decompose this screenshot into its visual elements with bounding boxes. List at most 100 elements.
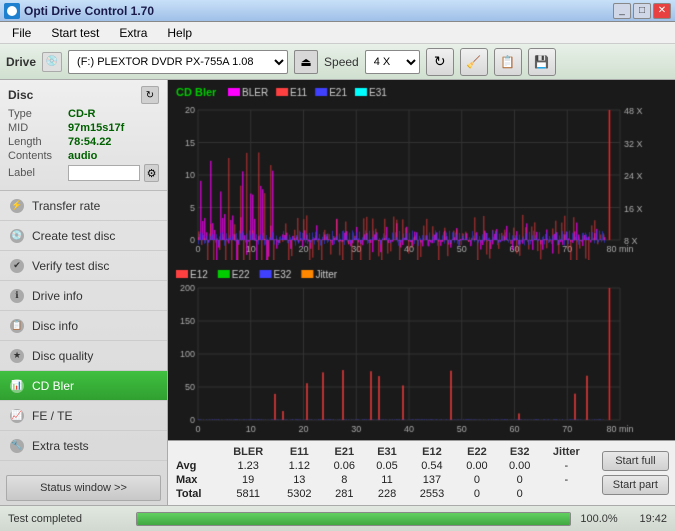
action-buttons: Start full Start part: [596, 441, 675, 505]
sidebar-item-disc-quality[interactable]: ★ Disc quality: [0, 341, 167, 371]
chart1-canvas: [168, 80, 675, 260]
chart2-wrapper: [168, 260, 675, 440]
table-header-row: BLER E11 E21 E31 E12 E22 E32 Jitter: [172, 445, 592, 459]
charts-container: [168, 80, 675, 440]
sidebar-item-transfer-rate[interactable]: ⚡ Transfer rate: [0, 191, 167, 221]
refresh-button[interactable]: ↻: [426, 48, 454, 76]
col-header-e12: E12: [408, 445, 455, 459]
disc-type-value: CD-R: [68, 108, 96, 120]
sidebar-item-fe-te-label: FE / TE: [32, 409, 72, 423]
cd-bler-icon: 📊: [10, 379, 24, 393]
extra-tests-icon: 🔧: [10, 439, 24, 453]
dvd-drive-icon: 💿: [42, 52, 62, 72]
right-panel: BLER E11 E21 E31 E12 E22 E32 Jitter Avg1…: [168, 80, 675, 505]
cell-total-1: 5302: [276, 487, 323, 501]
disc-type-label: Type: [8, 108, 64, 120]
start-full-button[interactable]: Start full: [602, 451, 669, 471]
cell-avg-7: -: [541, 459, 592, 473]
cell-total-7: [541, 487, 592, 501]
chart2-canvas: [168, 260, 675, 440]
cell-max-5: 0: [456, 473, 499, 487]
cell-total-3: 228: [366, 487, 409, 501]
data-table: BLER E11 E21 E31 E12 E22 E32 Jitter Avg1…: [172, 445, 592, 501]
sidebar-item-extra-tests[interactable]: 🔧 Extra tests: [0, 431, 167, 461]
sidebar-menu: ⚡ Transfer rate 💿 Create test disc ✔ Ver…: [0, 191, 167, 471]
sidebar-item-disc-info-label: Disc info: [32, 319, 78, 333]
cell-total-2: 281: [323, 487, 366, 501]
sidebar-item-cd-bler[interactable]: 📊 CD Bler: [0, 371, 167, 401]
col-header-empty: [172, 445, 221, 459]
cell-max-6: 0: [498, 473, 541, 487]
cell-avg-6: 0.00: [498, 459, 541, 473]
statusbar: Test completed 100.0% 19:42: [0, 505, 675, 531]
cell-max-4: 137: [408, 473, 455, 487]
drive-select[interactable]: (F:) PLEXTOR DVDR PX-755A 1.08: [68, 50, 288, 74]
sidebar-item-transfer-rate-label: Transfer rate: [32, 199, 100, 213]
copy-button[interactable]: 📋: [494, 48, 522, 76]
titlebar: Opti Drive Control 1.70 _ □ ✕: [0, 0, 675, 22]
sidebar-item-drive-info-label: Drive info: [32, 289, 83, 303]
cell-avg-0: 1.23: [221, 459, 276, 473]
cell-total-5: 0: [456, 487, 499, 501]
sidebar-item-verify-test-disc[interactable]: ✔ Verify test disc: [0, 251, 167, 281]
cell-avg-2: 0.06: [323, 459, 366, 473]
status-window-button[interactable]: Status window >>: [6, 475, 161, 501]
sidebar-item-fe-te[interactable]: 📈 FE / TE: [0, 401, 167, 431]
disc-quality-icon: ★: [10, 349, 24, 363]
cell-max-3: 11: [366, 473, 409, 487]
sidebar-item-extra-tests-label: Extra tests: [32, 439, 89, 453]
drive-label: Drive: [6, 55, 36, 69]
disc-label-label: Label: [8, 167, 64, 179]
cell-avg-3: 0.05: [366, 459, 409, 473]
table-row: Total58115302281228255300: [172, 487, 592, 501]
verify-test-disc-icon: ✔: [10, 259, 24, 273]
menu-extra[interactable]: Extra: [111, 24, 155, 42]
sidebar-item-verify-test-disc-label: Verify test disc: [32, 259, 109, 273]
close-button[interactable]: ✕: [653, 3, 671, 19]
disc-contents-value: audio: [68, 150, 97, 162]
eject-button[interactable]: ⏏: [294, 50, 318, 74]
col-header-jitter: Jitter: [541, 445, 592, 459]
maximize-button[interactable]: □: [633, 3, 651, 19]
cell-avg-1: 1.12: [276, 459, 323, 473]
start-part-button[interactable]: Start part: [602, 475, 669, 495]
sidebar-item-cd-bler-label: CD Bler: [32, 379, 74, 393]
disc-section-title: Disc: [8, 88, 33, 102]
chart1-wrapper: [168, 80, 675, 260]
eraser-button[interactable]: 🧹: [460, 48, 488, 76]
row-label-max: Max: [172, 473, 221, 487]
sidebar-item-disc-info[interactable]: 📋 Disc info: [0, 311, 167, 341]
menu-help[interactable]: Help: [159, 24, 200, 42]
cell-total-0: 5811: [221, 487, 276, 501]
disc-info-icon: 📋: [10, 319, 24, 333]
app-icon: [4, 3, 20, 19]
disc-panel: Disc ↻ Type CD-R MID 97m15s17f Length 78…: [0, 80, 167, 191]
disc-refresh-button[interactable]: ↻: [141, 86, 159, 104]
speed-select[interactable]: 1 X2 X4 X8 XMax: [365, 50, 420, 74]
sidebar-item-create-test-disc[interactable]: 💿 Create test disc: [0, 221, 167, 251]
row-label-total: Total: [172, 487, 221, 501]
table-row: Avg1.231.120.060.050.540.000.00-: [172, 459, 592, 473]
menu-file[interactable]: File: [4, 24, 39, 42]
sidebar-item-disc-quality-label: Disc quality: [32, 349, 93, 363]
disc-contents-label: Contents: [8, 150, 64, 162]
disc-length-label: Length: [8, 136, 64, 148]
menu-start-test[interactable]: Start test: [43, 24, 107, 42]
disc-label-input[interactable]: [68, 165, 140, 181]
progress-bar: [136, 512, 571, 526]
cell-max-1: 13: [276, 473, 323, 487]
sidebar-item-create-test-disc-label: Create test disc: [32, 229, 115, 243]
app-title: Opti Drive Control 1.70: [24, 4, 154, 18]
cell-max-0: 19: [221, 473, 276, 487]
cell-avg-5: 0.00: [456, 459, 499, 473]
table-row: Max191381113700-: [172, 473, 592, 487]
minimize-button[interactable]: _: [613, 3, 631, 19]
fe-te-icon: 📈: [10, 409, 24, 423]
save-button[interactable]: 💾: [528, 48, 556, 76]
disc-gear-button[interactable]: ⚙: [144, 164, 159, 182]
col-header-e21: E21: [323, 445, 366, 459]
data-table-wrapper: BLER E11 E21 E31 E12 E22 E32 Jitter Avg1…: [168, 441, 596, 505]
col-header-e32: E32: [498, 445, 541, 459]
transfer-rate-icon: ⚡: [10, 199, 24, 213]
sidebar-item-drive-info[interactable]: ℹ Drive info: [0, 281, 167, 311]
